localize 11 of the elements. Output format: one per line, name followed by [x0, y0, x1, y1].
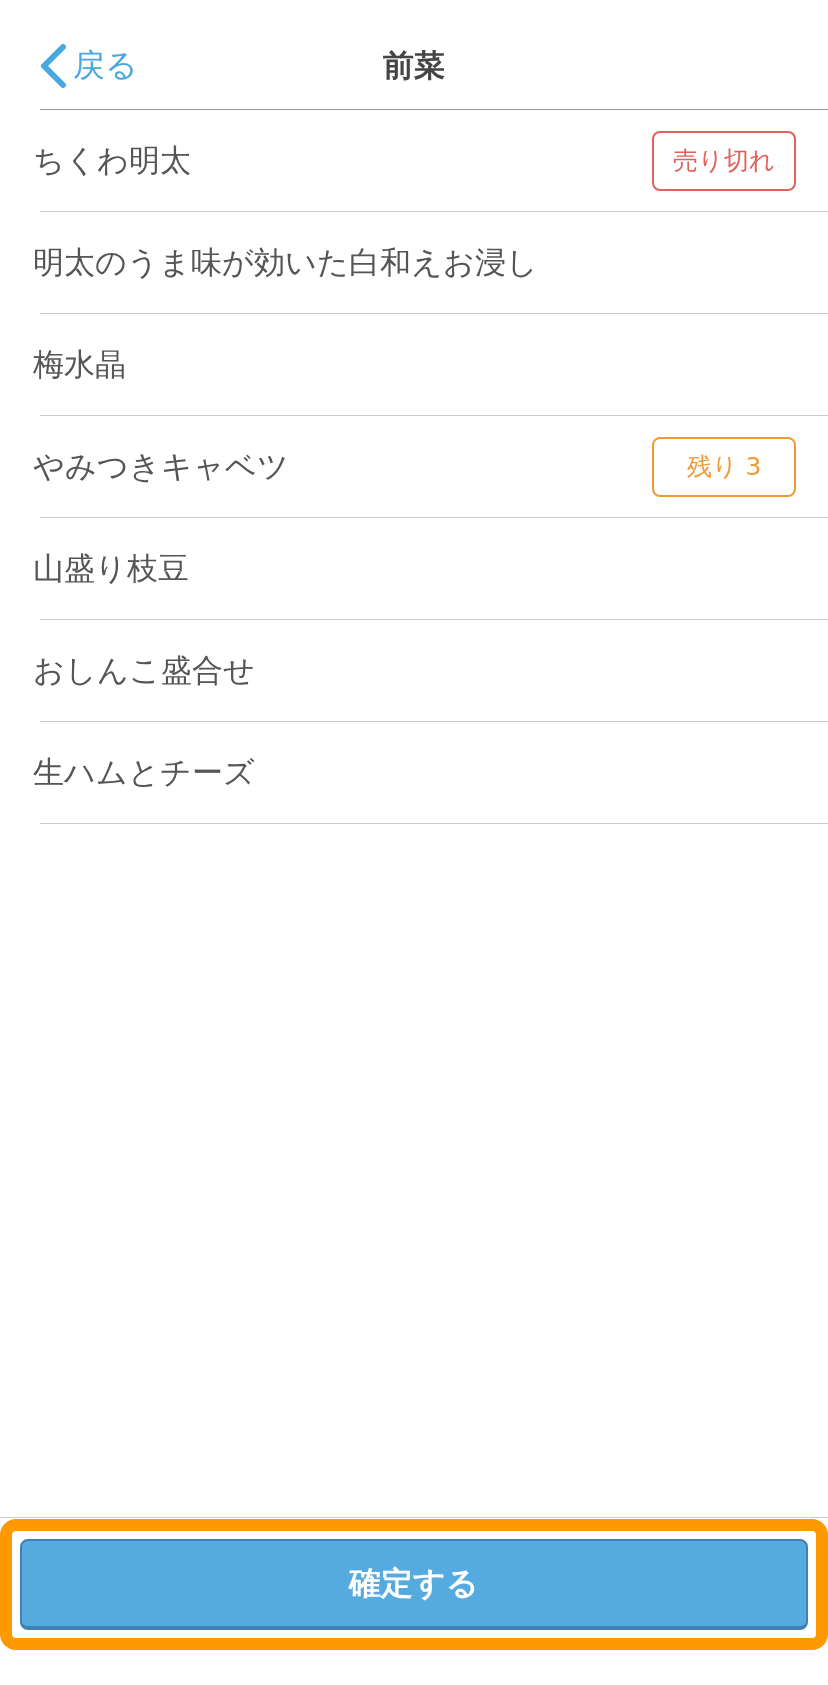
chevron-left-icon — [38, 42, 67, 89]
menu-item-name[interactable]: 梅水晶 — [33, 343, 126, 386]
menu-item-name[interactable]: 生ハムとチーズ — [33, 751, 255, 794]
menu-item-name[interactable]: 山盛り枝豆 — [33, 547, 189, 590]
menu-item-name[interactable]: やみつきキャベツ — [33, 445, 289, 488]
menu-item-name[interactable]: 明太のうま味が効いた白和えお浸し — [33, 241, 538, 284]
stock-status-tag: 売り切れ — [652, 130, 796, 191]
menu-item-name[interactable]: ちくわ明太 — [33, 139, 191, 182]
stock-status-tag: 残り 3 — [652, 436, 796, 497]
page-title: 前菜 — [383, 45, 445, 85]
menu-item-name[interactable]: おしんこ盛合せ — [33, 649, 255, 692]
